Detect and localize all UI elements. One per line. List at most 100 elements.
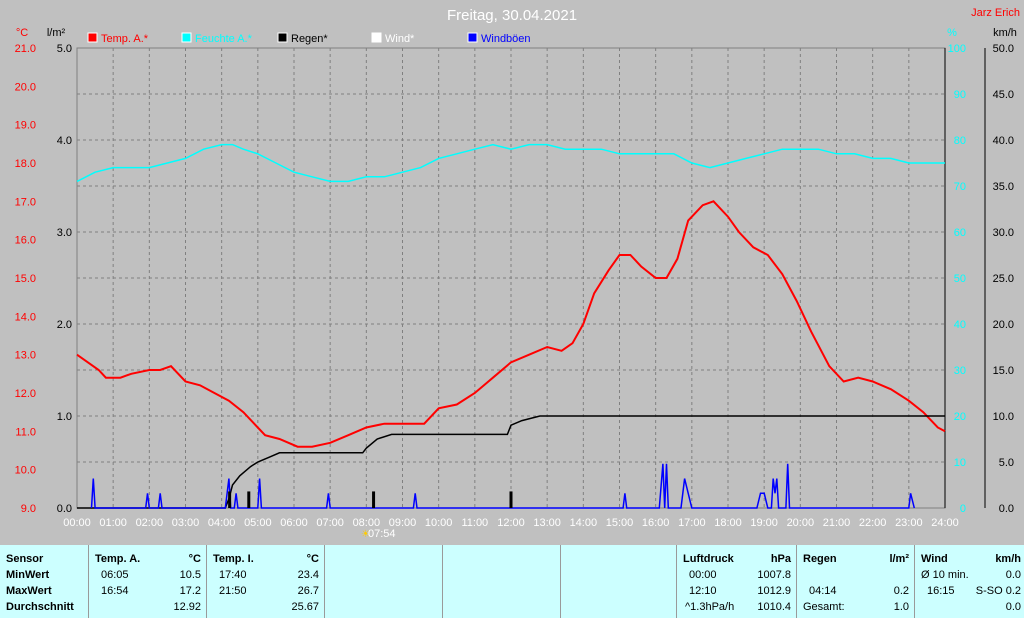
x-tick-label: 16:00 (642, 517, 670, 529)
humidity-tick-label: 40 (954, 319, 966, 331)
temp-i-min-time: 17:40 (219, 569, 247, 581)
pressure-max-val: 1012.9 (757, 585, 791, 597)
temp-tick-label: 16.0 (15, 235, 36, 247)
rain-tick-label: 0.0 (57, 503, 72, 515)
x-tick-label: 05:00 (244, 517, 272, 529)
temp-a-header: Temp. A. (95, 553, 141, 565)
temp-tick-label: 12.0 (15, 388, 36, 400)
x-tick-label: 13:00 (533, 517, 561, 529)
x-tick-label: 03:00 (172, 517, 200, 529)
temp-i-max-val: 26.7 (297, 585, 319, 597)
temp-tick-label: 20.0 (15, 81, 36, 93)
empty-column-3 (560, 545, 677, 618)
x-tick-label: 06:00 (280, 517, 308, 529)
wind-unit-label: km/h (993, 27, 1017, 39)
temp-tick-label: 15.0 (15, 273, 36, 285)
sunrise-marker: ☀ 07:54 (361, 528, 396, 540)
temp-i-avg-val: 25.67 (291, 601, 319, 613)
row-avg-label: Durchschnitt (6, 601, 74, 613)
pressure-avg-val: 1010.4 (757, 601, 791, 613)
x-tick-label: 11:00 (461, 517, 488, 529)
humidity-tick-label: 60 (954, 227, 966, 239)
x-tick-label: 12:00 (497, 517, 525, 529)
humidity-tick-label: 10 (954, 457, 966, 469)
wind-max-time: 16:15 (927, 585, 955, 597)
x-tick-label: 23:00 (895, 517, 923, 529)
wind-tick-label: 20.0 (993, 319, 1014, 331)
wind-column: Wind km/h Ø 10 min. 0.0 16:15 S-SO 0.2 0… (914, 545, 1024, 618)
humidity-tick-label: 0 (960, 503, 966, 515)
legend-label: Regen* (291, 33, 328, 45)
legend: Temp. A.* Feuchte A.* Regen* Wind* Windböen (87, 32, 531, 45)
rain-bar (372, 491, 376, 508)
temp-a-unit: °C (188, 553, 201, 565)
rain-max-val: 0.2 (893, 585, 909, 597)
humidity-tick-label: 50 (954, 273, 966, 285)
rain-max-time: 04:14 (809, 585, 837, 597)
x-tick-label: 21:00 (823, 517, 851, 529)
temp-a-column: Temp. A. °C 06:05 10.5 16:54 17.2 12.92 (88, 545, 207, 618)
x-tick-label: 24:00 (931, 517, 959, 529)
wind-tick-label: 50.0 (993, 43, 1014, 55)
x-tick-label: 17:00 (678, 517, 706, 529)
rain-tick-label: 3.0 (57, 227, 72, 239)
rain-tick-label: 2.0 (57, 319, 72, 331)
wind-tick-label: 25.0 (993, 273, 1014, 285)
stats-footer: Sensor MinWert MaxWert Durchschnitt Temp… (0, 545, 1024, 618)
rain-unit-label: l/m² (47, 27, 66, 39)
temp-tick-label: 14.0 (15, 311, 36, 323)
x-tick-label: 18:00 (714, 517, 742, 529)
x-tick-label: 00:00 (63, 517, 91, 529)
wind-unit: km/h (995, 553, 1021, 565)
wind-min-val: 0.0 (1005, 569, 1021, 581)
temp-tick-label: 18.0 (15, 158, 36, 170)
temp-unit-label: °C (16, 27, 28, 39)
empty-column-2 (442, 545, 561, 618)
temp-i-max-time: 21:50 (219, 585, 247, 597)
legend-label: Temp. A.* (101, 33, 149, 45)
rain-unit: l/m² (889, 553, 909, 565)
legend-swatch (87, 32, 98, 43)
rain-bar (228, 491, 232, 508)
wind-tick-label: 35.0 (993, 181, 1014, 193)
x-tick-label: 20:00 (787, 517, 815, 529)
pressure-max-time: 12:10 (689, 585, 717, 597)
temp-i-min-val: 23.4 (297, 569, 319, 581)
humidity-tick-label: 20 (954, 411, 966, 423)
humidity-unit-label: % (947, 27, 957, 39)
rain-tick-label: 4.0 (57, 135, 72, 147)
wind-min-label: Ø 10 min. (921, 569, 969, 581)
wind-header: Wind (921, 553, 948, 565)
pressure-header: Luftdruck (683, 553, 734, 565)
wind-max-val: S-SO 0.2 (975, 585, 1021, 597)
x-tick-label: 14:00 (570, 517, 598, 529)
temp-tick-label: 11.0 (15, 426, 36, 438)
rain-bar (247, 491, 251, 508)
temp-tick-label: 17.0 (15, 196, 36, 208)
pressure-unit: hPa (770, 553, 791, 565)
humidity-tick-label: 30 (954, 365, 966, 377)
wind-tick-label: 30.0 (993, 227, 1014, 239)
temp-tick-label: 21.0 (15, 43, 36, 55)
rain-total-val: 1.0 (893, 601, 909, 613)
x-tick-label: 01:00 (99, 517, 127, 529)
rain-total-label: Gesamt: (803, 601, 845, 613)
temp-tick-label: 13.0 (15, 350, 36, 362)
legend-swatch (277, 32, 288, 43)
pressure-min-val: 1007.8 (757, 569, 791, 581)
rain-tick-label: 1.0 (57, 411, 72, 423)
rain-bar (509, 491, 513, 508)
temp-a-min-time: 06:05 (101, 569, 129, 581)
wind-tick-label: 15.0 (993, 365, 1014, 377)
wind-tick-label: 0.0 (999, 503, 1014, 515)
humidity-tick-label: 70 (954, 181, 966, 193)
rain-column: Regen l/m² 04:14 0.2 Gesamt: 1.0 (796, 545, 915, 618)
legend-swatch (181, 32, 192, 43)
temp-i-column: Temp. I. °C 17:40 23.4 21:50 26.7 25.67 (206, 545, 325, 618)
temp-i-unit: °C (306, 553, 319, 565)
x-tick-label: 02:00 (136, 517, 164, 529)
humidity-tick-label: 80 (954, 135, 966, 147)
x-tick-label: 10:00 (425, 517, 453, 529)
pressure-min-time: 00:00 (689, 569, 717, 581)
legend-swatch (371, 32, 382, 43)
